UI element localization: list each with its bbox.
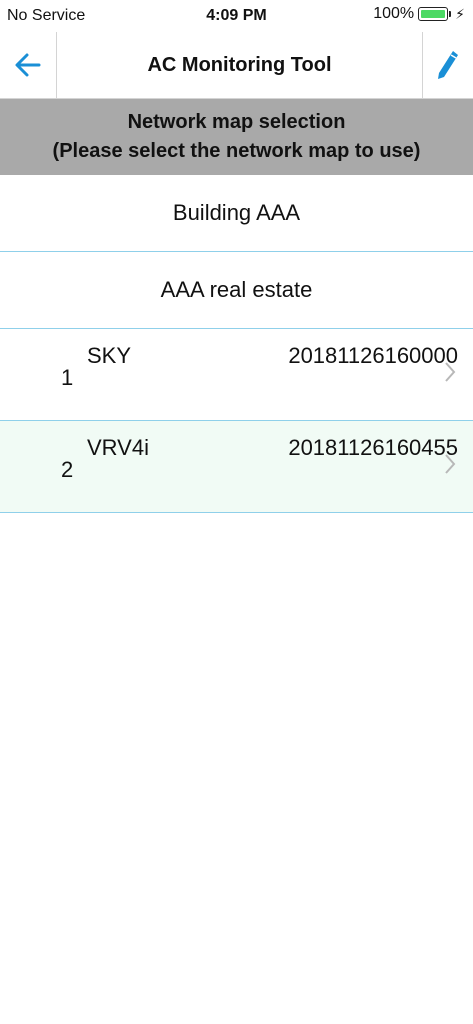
status-bar: No Service 4:09 PM 100% ⚡ <box>0 0 473 32</box>
battery-icon <box>418 7 449 21</box>
map-row-sky[interactable]: 1 SKY 20181126160000 <box>0 329 473 421</box>
back-button[interactable] <box>0 32 57 98</box>
section-header: Network map selection (Please select the… <box>0 99 473 175</box>
chevron-right-icon <box>445 362 456 382</box>
page-title: AC Monitoring Tool <box>147 53 332 76</box>
pencil-icon <box>438 51 458 79</box>
map-index: 1 <box>61 365 74 390</box>
navigation-bar: AC Monitoring Tool <box>0 32 473 99</box>
map-name: SKY <box>87 343 132 368</box>
battery-cap <box>449 11 452 17</box>
map-date: 20181126160000 <box>288 343 458 368</box>
map-date: 20181126160455 <box>288 435 458 460</box>
battery-status: 100% ⚡ <box>373 5 465 23</box>
map-row-vrv4i[interactable]: 2 VRV4i 20181126160455 <box>0 421 473 513</box>
arrow-left-icon <box>15 53 41 77</box>
charging-icon: ⚡ <box>455 5 465 22</box>
chevron-right-icon <box>445 454 456 474</box>
map-index: 2 <box>61 457 74 482</box>
section-title: Network map selection <box>127 111 346 133</box>
level-label: AAA real estate <box>160 277 313 302</box>
section-subtitle: (Please select the network map to use) <box>52 140 421 162</box>
level-row-building[interactable]: Building AAA <box>0 175 473 252</box>
level-label: Building AAA <box>172 200 301 225</box>
edit-button[interactable] <box>422 32 473 98</box>
level-row-real-estate[interactable]: AAA real estate <box>0 252 473 329</box>
battery-fill <box>421 10 446 18</box>
battery-percent: 100% <box>373 5 415 22</box>
map-name: VRV4i <box>87 435 149 460</box>
